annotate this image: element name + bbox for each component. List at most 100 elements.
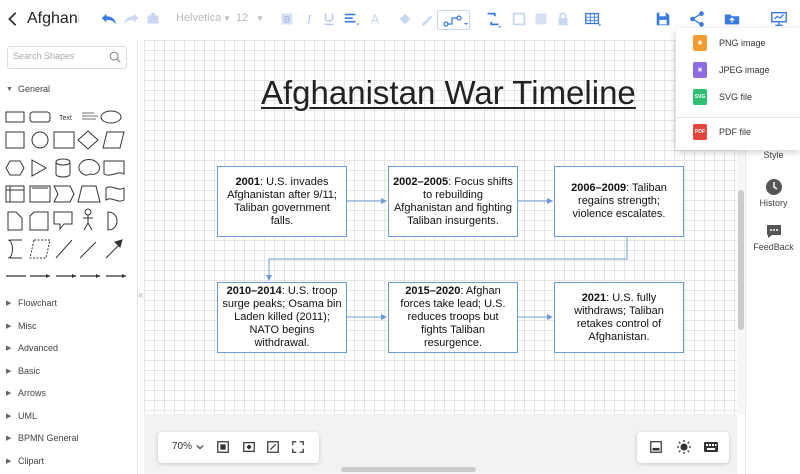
event-box-2010-2014[interactable]: 2010–2014: U.S. troop surge peaks; Osama…: [217, 282, 347, 353]
fit-width-icon[interactable]: [242, 440, 256, 454]
event-box-2001[interactable]: 2001: U.S. invades Afghanistan after 9/1…: [217, 166, 347, 237]
font-family-select[interactable]: Helvetica: [176, 12, 221, 24]
font-family-caret-icon[interactable]: ▼: [223, 14, 231, 23]
back-chevron-icon[interactable]: [2, 8, 24, 30]
shape-delay[interactable]: [107, 211, 118, 231]
section-advanced[interactable]: ▶ Advanced: [6, 343, 58, 353]
italic-icon[interactable]: I: [298, 8, 320, 30]
fit-page-icon[interactable]: [216, 440, 230, 454]
align-icon[interactable]: [340, 8, 362, 30]
format-painter-icon[interactable]: [142, 8, 164, 30]
group-icon[interactable]: [508, 8, 530, 30]
shape-cylinder[interactable]: [55, 158, 71, 178]
png-file-icon: ▣: [693, 35, 707, 51]
shape-cloud[interactable]: [78, 159, 101, 176]
export-svg-item[interactable]: SVG SVG file: [676, 84, 800, 110]
shape-callout[interactable]: [53, 211, 73, 231]
redo-icon[interactable]: [120, 8, 142, 30]
shape-text[interactable]: Text: [59, 115, 72, 122]
text-color-icon[interactable]: A: [364, 8, 386, 30]
export-jpeg-item[interactable]: ▣ JPEG image: [676, 57, 800, 83]
save-icon[interactable]: [652, 8, 674, 30]
shape-rounded-rectangle[interactable]: [29, 111, 51, 123]
vertical-scroll-thumb[interactable]: [738, 190, 744, 330]
event-box-2021[interactable]: 2021: U.S. fully withdraws; Taliban reta…: [554, 282, 684, 353]
table-icon[interactable]: [582, 8, 604, 30]
arrange-icon[interactable]: [482, 8, 504, 30]
theme-sun-icon[interactable]: [676, 439, 692, 455]
shape-ellipse[interactable]: [100, 110, 122, 124]
event-box-2015-2020[interactable]: 2015–2020: Afghan forces take lead; U.S.…: [388, 282, 518, 353]
style-panel-button[interactable]: Style: [746, 150, 800, 160]
bold-icon[interactable]: B: [276, 8, 298, 30]
shape-triangle[interactable]: [31, 159, 48, 177]
keyboard-icon[interactable]: [703, 441, 719, 453]
section-basic[interactable]: ▶ Basic: [6, 366, 40, 376]
event-box-2006-2009[interactable]: 2006–2009: Taliban regains strength; vio…: [554, 166, 684, 237]
section-clipart[interactable]: ▶ Clipart: [6, 456, 44, 466]
event-text: 2015–2020: Afghan forces take lead; U.S.…: [400, 285, 506, 349]
zoom-chevron-down-icon[interactable]: [196, 443, 204, 451]
font-size-caret-icon[interactable]: ▼: [256, 14, 264, 23]
search-icon[interactable]: [108, 50, 122, 64]
actual-size-icon[interactable]: [266, 440, 280, 454]
svg-text:B: B: [284, 15, 291, 25]
shape-internal-storage[interactable]: [5, 185, 25, 203]
shape-tape[interactable]: [105, 186, 125, 202]
undo-icon[interactable]: [98, 8, 120, 30]
search-box: [7, 46, 127, 69]
shape-square[interactable]: [5, 131, 25, 149]
export-folder-icon[interactable]: [721, 8, 743, 30]
section-bpmn-general[interactable]: ▶ BPMN General: [6, 433, 79, 443]
document-title[interactable]: Afghanis: [27, 10, 79, 28]
shape-or[interactable]: [7, 239, 22, 259]
diagram-title[interactable]: Afghanistan War Timeline: [261, 74, 636, 112]
zoom-level[interactable]: 70%: [172, 441, 192, 452]
history-panel-button[interactable]: History: [746, 178, 800, 208]
line-color-icon[interactable]: [416, 8, 438, 30]
shape-block-arrow[interactable]: [105, 239, 123, 259]
shape-trapezoid[interactable]: [77, 185, 101, 203]
shape-heading[interactable]: [82, 112, 98, 120]
shape-actor[interactable]: [83, 208, 93, 231]
search-input[interactable]: [13, 51, 109, 61]
section-flowchart[interactable]: ▶ Flowchart: [6, 298, 57, 308]
connector-style-select[interactable]: [437, 10, 470, 30]
shape-arrow-line[interactable]: [79, 241, 97, 259]
shape-cube[interactable]: [29, 185, 51, 203]
shape-card[interactable]: [29, 211, 49, 231]
collapse-sidebar-icon[interactable]: «: [138, 290, 144, 301]
shape-parallelogram[interactable]: [102, 131, 125, 149]
caret-down-icon: ▼: [6, 85, 13, 93]
feedback-panel-button[interactable]: FeedBack: [746, 222, 800, 252]
underline-icon[interactable]: [318, 8, 340, 30]
page-view-icon[interactable]: [649, 440, 663, 454]
shape-rectangle[interactable]: [5, 111, 25, 123]
shape-manual-input[interactable]: [29, 239, 51, 259]
share-icon[interactable]: [686, 8, 708, 30]
section-misc[interactable]: ▶ Misc: [6, 321, 37, 331]
fullscreen-icon[interactable]: [291, 440, 305, 454]
lock-icon[interactable]: [552, 8, 574, 30]
shape-note[interactable]: [7, 211, 23, 231]
section-arrows[interactable]: ▶ Arrows: [6, 388, 46, 398]
shape-step[interactable]: [53, 185, 75, 203]
shape-hexagon[interactable]: [5, 160, 25, 176]
shape-circle[interactable]: [31, 131, 49, 149]
section-label: BPMN General: [18, 433, 79, 443]
shape-line[interactable]: [55, 239, 73, 259]
shape-process[interactable]: [53, 131, 75, 149]
export-png-item[interactable]: ▣ PNG image: [676, 30, 800, 56]
shape-document[interactable]: [103, 160, 125, 176]
event-box-2002-2005[interactable]: 2002–2005: Focus shifts to rebuilding Af…: [388, 166, 518, 237]
section-uml[interactable]: ▶ UML: [6, 411, 37, 421]
font-size-select[interactable]: 12: [236, 12, 248, 24]
feedback-chat-icon: [766, 225, 781, 238]
fill-color-icon[interactable]: [394, 8, 416, 30]
shape-diamond[interactable]: [77, 130, 99, 150]
present-icon[interactable]: [768, 8, 790, 30]
export-pdf-item[interactable]: PDF PDF file: [676, 119, 800, 145]
section-general[interactable]: ▼ General: [6, 84, 50, 94]
ungroup-icon[interactable]: [530, 8, 552, 30]
horizontal-scroll-thumb[interactable]: [341, 467, 476, 472]
